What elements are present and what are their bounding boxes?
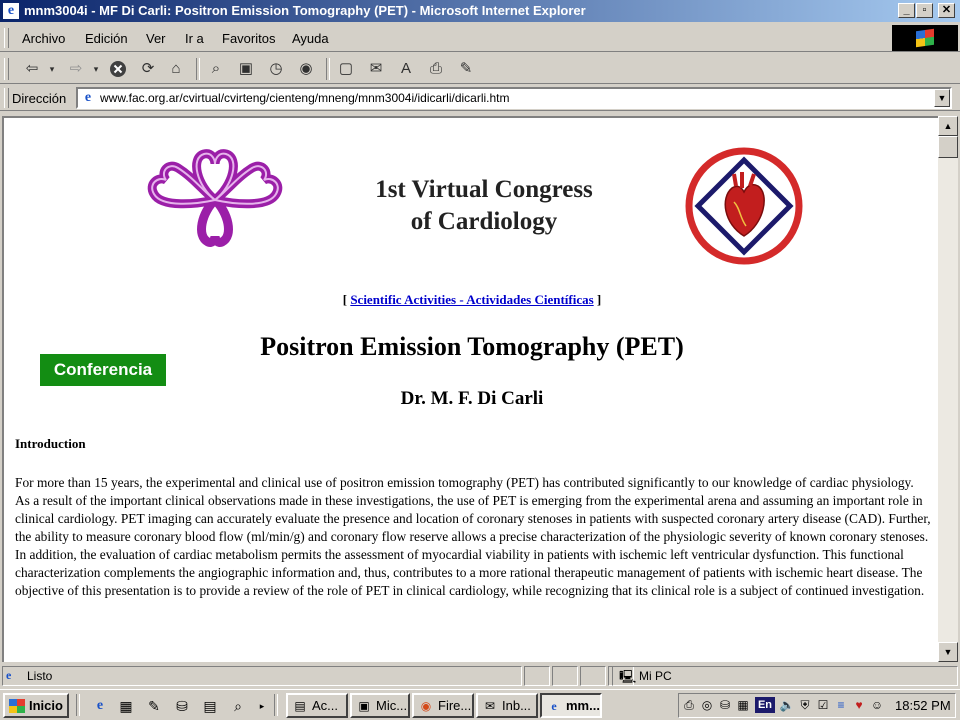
window-icon: ▣	[358, 699, 370, 713]
desktop-quicklaunch-icon[interactable]: ▦	[116, 697, 136, 715]
computer-icon: 🖳	[619, 669, 637, 684]
author-name: Dr. M. F. Di Carli	[400, 388, 544, 409]
conferencia-badge: Conferencia	[40, 354, 166, 386]
taskbar: Inicio e ▦ ✎ ⛁ ▤ ⌕ ▸ ▤ Ac... ▣ Mic... ◉ …	[0, 689, 960, 720]
title-bar[interactable]: e mnm3004i - MF Di Carli: Positron Emiss…	[0, 0, 960, 22]
forward-icon[interactable]: ⇨	[66, 59, 86, 79]
start-label: Inicio	[29, 698, 63, 713]
folder-icon: ▤	[294, 699, 306, 713]
mail-icon: ✉	[484, 699, 496, 713]
heart-tray-icon[interactable]: ♥	[851, 697, 867, 713]
address-label: Dirección	[12, 91, 67, 106]
display-tray-icon[interactable]: ▦	[735, 697, 751, 713]
window-title: mnm3004i - MF Di Carli: Positron Emissio…	[24, 3, 586, 18]
menu-bar: Archivo Edición Ver Ir a Favoritos Ayuda	[0, 24, 960, 52]
clock[interactable]: 18:52 PM	[895, 698, 951, 713]
search-icon[interactable]: ⌕	[206, 59, 226, 79]
edit-icon[interactable]: ✎	[456, 59, 476, 79]
status-bar: e Listo 🖳 Mi PC	[0, 664, 960, 688]
status-text-panel: e Listo	[2, 666, 522, 686]
congress-title-line2: of Cardiology	[410, 208, 558, 235]
menu-edicion[interactable]: Edición	[85, 31, 128, 46]
section-heading: Introduction	[15, 436, 86, 451]
windows-flag-icon	[9, 699, 25, 713]
standard-toolbar: ⇦ ▾ ⇨ ▾ ⟳ ⌂ ⌕ ▣ ◷ ◉ ▢ ✉ A ⎙ ✎	[0, 54, 960, 84]
task-button-ie-active[interactable]: e mm...	[540, 693, 602, 718]
font-icon[interactable]: A	[396, 59, 416, 79]
cd-tray-icon[interactable]: ◎	[699, 697, 715, 713]
channels-icon[interactable]: ◉	[296, 59, 316, 79]
ie-icon: e	[551, 699, 557, 713]
intro-paragraph: For more than 15 years, the experimental…	[15, 475, 931, 598]
notepad-quicklaunch-icon[interactable]: ✎	[144, 697, 164, 715]
messenger-tray-icon[interactable]: ☺	[869, 697, 885, 713]
search-quicklaunch-icon[interactable]: ⌕	[228, 697, 248, 715]
mail-icon[interactable]: ✉	[366, 59, 386, 79]
forward-dropdown-icon[interactable]: ▾	[86, 59, 106, 79]
maximize-button[interactable]: ▫	[916, 3, 933, 18]
printer-tray-icon[interactable]: ⎙	[681, 697, 697, 713]
ie-quicklaunch-icon[interactable]: e	[90, 697, 110, 715]
back-icon[interactable]: ⇦	[22, 59, 42, 79]
firefox-icon: ◉	[420, 699, 432, 713]
folder-quicklaunch-icon[interactable]: ▤	[200, 697, 220, 715]
page-icon: e	[84, 90, 92, 105]
editor-tray-icon[interactable]: ≡	[833, 697, 849, 713]
congress-title: 1st Virtual Congress of Cardiology	[354, 174, 614, 238]
menu-ir-a[interactable]: Ir a	[185, 31, 204, 46]
congress-title-line1: 1st Virtual Congress	[375, 176, 593, 203]
back-dropdown-icon[interactable]: ▾	[42, 59, 62, 79]
volume-tray-icon[interactable]: 🔈	[779, 697, 795, 713]
menu-favoritos[interactable]: Favoritos	[222, 31, 275, 46]
address-input[interactable]: e www.fac.org.ar/cvirtual/cvirteng/cient…	[76, 87, 952, 109]
zone-text: Mi PC	[639, 669, 672, 683]
task-button-ac[interactable]: ▤ Ac...	[286, 693, 348, 718]
task-button-fire[interactable]: ◉ Fire...	[412, 693, 474, 718]
zone-panel: 🖳 Mi PC	[612, 666, 958, 686]
breadcrumb-close: ]	[593, 292, 602, 307]
menu-ayuda[interactable]: Ayuda	[292, 31, 329, 46]
scroll-down-button[interactable]: ▼	[938, 642, 958, 662]
menu-archivo[interactable]: Archivo	[22, 31, 65, 46]
language-indicator[interactable]: En	[755, 697, 775, 713]
minimize-button[interactable]: _	[898, 3, 915, 18]
address-dropdown-button[interactable]: ▼	[934, 89, 950, 107]
quicklaunch-more-icon[interactable]: ▸	[252, 697, 272, 715]
page-status-icon: e	[6, 668, 12, 682]
toolbar-grip[interactable]	[4, 28, 9, 48]
scroll-thumb[interactable]	[938, 136, 958, 158]
heart-emblem-icon	[685, 147, 803, 265]
scroll-up-button[interactable]: ▲	[938, 116, 958, 136]
ie-app-icon[interactable]: e	[3, 3, 19, 19]
task-button-inb[interactable]: ✉ Inb...	[476, 693, 538, 718]
page-content: 1st Virtual Congress of Cardiology [ Sci…	[2, 116, 938, 662]
favorites-icon[interactable]: ▣	[236, 59, 256, 79]
home-icon[interactable]: ⌂	[166, 59, 186, 79]
system-tray: ⎙ ◎ ⛁ ▦ En 🔈 ⛨ ☑ ≡ ♥ ☺ 18:52 PM	[678, 693, 956, 718]
security-tray-icon[interactable]: ☑	[815, 697, 831, 713]
task-button-mic[interactable]: ▣ Mic...	[350, 693, 410, 718]
network-tray-icon[interactable]: ⛁	[717, 697, 733, 713]
status-text: Listo	[27, 669, 53, 683]
refresh-icon[interactable]: ⟳	[138, 59, 158, 79]
network-quicklaunch-icon[interactable]: ⛁	[172, 697, 192, 715]
stop-icon[interactable]	[108, 59, 128, 79]
antivirus-tray-icon[interactable]: ⛨	[797, 697, 813, 713]
address-url[interactable]: www.fac.org.ar/cvirtual/cvirteng/cienten…	[100, 91, 510, 105]
address-bar: Dirección e www.fac.org.ar/cvirtual/cvir…	[0, 85, 960, 111]
menu-ver[interactable]: Ver	[146, 31, 166, 46]
breadcrumb: [ Scientific Activities - Actividades Ci…	[4, 292, 938, 308]
start-button[interactable]: Inicio	[3, 693, 69, 718]
vertical-scrollbar[interactable]: ▲ ▼	[938, 116, 958, 662]
fullscreen-icon[interactable]: ▢	[336, 59, 356, 79]
hearts-logo-icon	[147, 149, 283, 247]
scientific-activities-link[interactable]: Scientific Activities - Actividades Cien…	[350, 292, 593, 307]
close-button[interactable]: ✕	[938, 3, 955, 18]
history-icon[interactable]: ◷	[266, 59, 286, 79]
windows-logo-icon	[892, 25, 958, 51]
print-icon[interactable]: ⎙	[426, 59, 446, 79]
